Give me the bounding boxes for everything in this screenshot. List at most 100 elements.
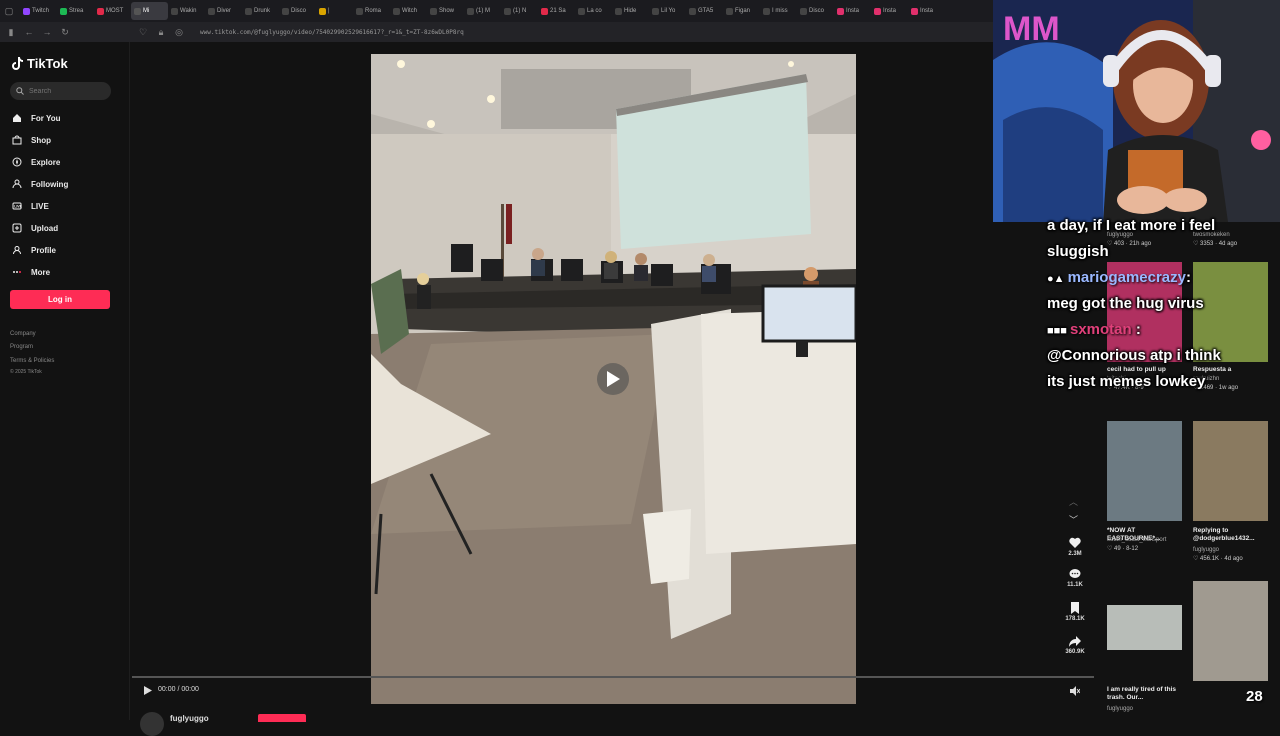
- browser-tab[interactable]: Witch: [390, 2, 427, 20]
- sidebar-item-label: Following: [31, 179, 69, 189]
- search-box[interactable]: [10, 82, 111, 100]
- footer-link[interactable]: Terms & Policies: [10, 358, 54, 364]
- compass-icon: [12, 157, 22, 167]
- tab-label: |: [328, 8, 330, 14]
- browser-tab[interactable]: Insta: [834, 2, 871, 20]
- chevron-up-icon[interactable]: ︿: [1069, 495, 1078, 508]
- thumbnail-author[interactable]: south_coast_transport: [1107, 537, 1166, 543]
- browser-tab[interactable]: 21 Sa: [538, 2, 575, 20]
- home-icon: [13, 114, 21, 122]
- browser-tab[interactable]: Strea: [57, 2, 94, 20]
- browser-tab[interactable]: MOST: [94, 2, 131, 20]
- back-icon[interactable]: ←: [24, 27, 34, 37]
- browser-tab[interactable]: (1) N: [501, 2, 538, 20]
- browser-tab[interactable]: Wakin: [168, 2, 205, 20]
- tiktok-logo[interactable]: TikTok: [12, 56, 68, 71]
- video-time: 00:00 / 00:00: [158, 686, 199, 693]
- search-icon: [16, 87, 24, 95]
- window-menu-icon[interactable]: ▢: [4, 6, 14, 16]
- tab-label: Mi: [143, 8, 150, 14]
- thumbnail-author[interactable]: fuglyuggo: [1107, 706, 1133, 712]
- sidebar-item-label: Shop: [31, 135, 51, 145]
- thumbnail-caption[interactable]: I am really tired of this trash. Our...: [1107, 686, 1187, 702]
- tiktok-note-icon: [12, 57, 23, 70]
- small-play-icon[interactable]: [144, 686, 152, 695]
- sidebar-item-for-you[interactable]: For You: [12, 111, 60, 125]
- sidebar-item-live[interactable]: LIVE LIVE: [12, 199, 49, 213]
- browser-tab[interactable]: (1) M: [464, 2, 501, 20]
- tab-label: Roma: [365, 8, 382, 14]
- author-name[interactable]: fuglyuggo: [170, 714, 209, 723]
- author-avatar[interactable]: [140, 712, 164, 736]
- thumbnail-caption[interactable]: Replying to @dodgerblue1432...: [1193, 527, 1273, 543]
- browser-tab[interactable]: La co: [575, 2, 612, 20]
- tab-favicon-icon: [393, 7, 400, 15]
- tab-label: Insta: [920, 8, 934, 14]
- sidebar-item-upload[interactable]: Upload: [12, 221, 58, 235]
- reload-icon[interactable]: ↻: [60, 27, 70, 37]
- forward-icon[interactable]: →: [42, 27, 52, 37]
- footer-link[interactable]: Program: [10, 344, 33, 350]
- browser-tab[interactable]: Drunk: [242, 2, 279, 20]
- browser-tab[interactable]: Lil Yo: [649, 2, 686, 20]
- play-overlay-button[interactable]: [597, 363, 629, 395]
- thumbnail-author[interactable]: fuglyuggo: [1193, 547, 1219, 553]
- webcam-scene: MM: [993, 0, 1280, 222]
- chevron-down-icon[interactable]: ﹀: [1069, 513, 1078, 526]
- comment-button[interactable]: 11.1K: [1062, 568, 1088, 588]
- chat-message: its just memes lowkey: [1047, 373, 1206, 390]
- video-thumbnail[interactable]: [1193, 421, 1268, 521]
- tab-label: Hide: [624, 8, 637, 14]
- url-text[interactable]: www.tiktok.com/@fuglyuggo/video/75402990…: [200, 29, 464, 36]
- thumbnail-likes: 456.1K: [1200, 556, 1220, 562]
- thumbnail-likes: 49: [1114, 546, 1121, 552]
- tab-favicon-icon: [430, 7, 437, 15]
- follow-button[interactable]: [258, 714, 306, 722]
- browser-tab[interactable]: Figan: [723, 2, 760, 20]
- chat-username: mariogamecrazy: [1067, 269, 1186, 286]
- tab-favicon-icon: [652, 7, 659, 15]
- browser-tab[interactable]: GTA5: [686, 2, 723, 20]
- browser-tab[interactable]: Disco: [797, 2, 834, 20]
- browser-tab[interactable]: Hide: [612, 2, 649, 20]
- browser-tab[interactable]: |: [316, 2, 353, 20]
- tab-label: Disco: [291, 8, 307, 14]
- chat-badge-icon: ●▲: [1047, 273, 1068, 285]
- sidebar-item-explore[interactable]: Explore: [12, 155, 60, 169]
- bookmark-icon[interactable]: ♡: [138, 27, 148, 37]
- tab-label: Lil Yo: [661, 8, 676, 14]
- browser-tab[interactable]: Mi: [131, 2, 168, 20]
- video-thumbnail[interactable]: [1107, 605, 1182, 650]
- tab-label: I miss: [772, 8, 788, 14]
- sidebar-item-profile[interactable]: Profile: [12, 243, 56, 257]
- video-progress-bar[interactable]: [132, 676, 1094, 678]
- save-button[interactable]: 178.1K: [1062, 602, 1088, 622]
- login-button[interactable]: Log in: [10, 290, 110, 309]
- sidebar-item-more[interactable]: More: [12, 265, 50, 279]
- browser-tab[interactable]: Show: [427, 2, 464, 20]
- video-thumbnail[interactable]: [1193, 581, 1268, 681]
- browser-tab[interactable]: Insta: [871, 2, 908, 20]
- sidebar-item-shop[interactable]: Shop: [12, 133, 51, 147]
- mute-icon[interactable]: [1070, 686, 1080, 696]
- video-thumbnail[interactable]: [1107, 421, 1182, 521]
- heart-icon: ♡: [1193, 241, 1201, 247]
- browser-tab[interactable]: Disco: [279, 2, 316, 20]
- tab-favicon-icon: [356, 7, 363, 15]
- sidebar-item-label: Explore: [31, 157, 61, 167]
- plus-icon: [12, 223, 22, 233]
- browser-tab[interactable]: Diver: [205, 2, 242, 20]
- like-button[interactable]: 2.3M: [1062, 537, 1088, 557]
- footer-link[interactable]: Company: [10, 331, 36, 337]
- share-button[interactable]: 360.9K: [1062, 635, 1088, 655]
- browser-tab[interactable]: Twitch: [20, 2, 57, 20]
- tab-label: Show: [439, 8, 455, 14]
- browser-tab[interactable]: I miss: [760, 2, 797, 20]
- browser-tab[interactable]: Roma: [353, 2, 390, 20]
- browser-tab[interactable]: Insta: [908, 2, 945, 20]
- sidebar-item-following[interactable]: Following: [12, 177, 68, 191]
- search-input[interactable]: [29, 87, 109, 95]
- sidebar-toggle-icon[interactable]: ▮: [6, 27, 16, 37]
- tab-favicon-icon: [245, 7, 252, 15]
- tab-label: MOST: [106, 8, 124, 14]
